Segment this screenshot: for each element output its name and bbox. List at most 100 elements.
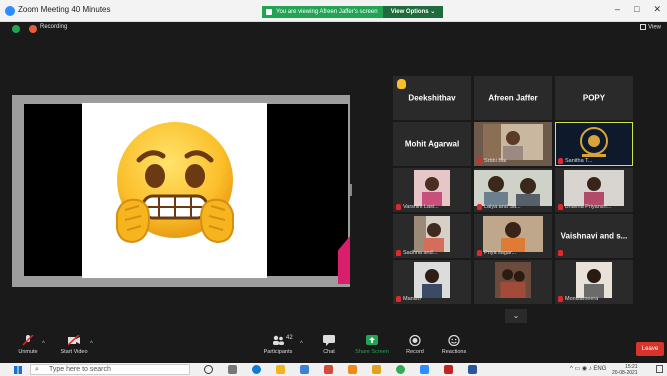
muted-mic-icon [477, 204, 482, 210]
muted-mic-icon [396, 296, 401, 302]
window-title: Zoom Meeting 40 Minutes [18, 5, 111, 14]
share-screen-button[interactable]: Share Screen [348, 335, 396, 355]
participant-tile-vaishnavi[interactable]: Vaishnavi and s... [555, 214, 633, 258]
participant-tile-video[interactable]: Srbbi Bai [474, 122, 552, 166]
taskbar-search-input[interactable]: ⌕ Type here to search [30, 364, 190, 375]
edge-browser-icon[interactable] [252, 365, 261, 374]
minimize-button[interactable]: – [615, 4, 620, 15]
participant-label: Varshini Lasi... [403, 204, 439, 210]
participant-name: Deekshithav [408, 93, 456, 103]
participant-label: Manish [403, 296, 421, 302]
zoom-window: Zoom Meeting 40 Minutes You are viewing … [0, 0, 667, 376]
view-options-button[interactable]: View Options ⌄ [383, 6, 443, 18]
participant-video-feed [414, 216, 450, 252]
participant-video-feed [576, 262, 612, 298]
muted-mic-icon [558, 204, 563, 210]
participant-tile-deekshithav[interactable]: Deekshithav [393, 76, 471, 120]
grimacing-emoji-icon [116, 122, 234, 244]
task-view-icon[interactable] [228, 365, 237, 374]
window-controls: – □ ✕ [615, 4, 661, 15]
participants-button[interactable]: Participants [254, 335, 302, 355]
participant-logo-emblem [580, 127, 608, 157]
vlc-icon[interactable] [348, 365, 357, 374]
zoom-logo-icon [5, 6, 15, 16]
participant-video-feed [483, 124, 543, 160]
app-icon[interactable] [372, 365, 381, 374]
chat-icon [323, 335, 335, 346]
file-explorer-icon[interactable] [276, 365, 285, 374]
muted-mic-icon [22, 335, 34, 346]
maximize-button[interactable]: □ [634, 4, 639, 15]
participants-options-caret[interactable]: ^ [300, 341, 303, 347]
pdf-icon[interactable] [444, 365, 453, 374]
participant-tile-manish[interactable]: Manish [393, 260, 471, 304]
muted-mic-icon [477, 250, 482, 256]
participant-tile-popy[interactable]: POPY [555, 76, 633, 120]
windows-taskbar: ⌕ Type here to search ^ ▭ ◉ ♪ ENG 15:21 … [0, 363, 667, 376]
participant-label: Laiya and Sa... [484, 204, 521, 210]
participant-tile-afreen-jaffer[interactable]: Afreen Jaffer [474, 76, 552, 120]
muted-mic-icon [558, 250, 563, 256]
muted-mic-icon [396, 250, 401, 256]
participant-tile-monisameera[interactable]: Monisameera [555, 260, 633, 304]
participant-tile-bhavna[interactable]: Bhavna Priyansh... [555, 168, 633, 212]
title-bar: Zoom Meeting 40 Minutes You are viewing … [0, 0, 667, 22]
screen-share-icon [266, 9, 272, 15]
muted-mic-icon [477, 158, 482, 164]
word-icon[interactable] [468, 365, 477, 374]
participant-label: Sadhna and... [403, 250, 438, 256]
participant-name: POPY [582, 93, 606, 103]
audio-options-caret[interactable]: ^ [42, 341, 45, 347]
store-icon[interactable] [300, 365, 309, 374]
cortana-icon[interactable] [204, 365, 213, 374]
leave-meeting-button[interactable]: Leave [636, 342, 664, 356]
app-icon[interactable] [324, 365, 333, 374]
participant-name: Afreen Jaffer [488, 93, 538, 103]
participants-icon [273, 335, 284, 345]
participant-video-feed [414, 170, 450, 206]
clock[interactable]: 15:21 20-08-2021 [612, 364, 638, 376]
grid-view-icon [640, 24, 647, 30]
meeting-status-strip: Recording View [0, 22, 667, 36]
recording-label: Recording [40, 24, 68, 30]
participant-tile-sadhna[interactable]: Sadhna and... [393, 214, 471, 258]
split-divider-handle[interactable] [350, 184, 352, 196]
record-icon [409, 335, 421, 346]
video-options-caret[interactable]: ^ [90, 341, 93, 347]
windows-start-icon[interactable] [14, 366, 22, 374]
chat-button[interactable]: Chat [305, 335, 353, 355]
notifications-icon[interactable] [656, 365, 663, 373]
search-placeholder: Type here to search [49, 366, 111, 373]
security-shield-icon[interactable] [12, 25, 20, 33]
participant-video-feed [495, 262, 531, 298]
zoom-app-icon[interactable] [420, 365, 429, 374]
recording-icon [29, 25, 37, 33]
participant-tile-varshini[interactable]: Varshini Lasi... [393, 168, 471, 212]
participant-video-feed [564, 170, 624, 206]
close-button[interactable]: ✕ [653, 4, 661, 15]
participant-label: Bhavna Priyansh... [565, 204, 612, 210]
participant-tile-sanitha[interactable]: Sanitha T... [555, 122, 633, 166]
more-participants-button[interactable]: ⌄ [505, 309, 527, 323]
viewing-banner-text: You are viewing Afreen Jaffer's screen [276, 9, 378, 15]
raised-hand-icon [397, 79, 406, 89]
participant-label: Monisameera [565, 296, 599, 302]
view-button[interactable]: View [640, 24, 661, 31]
meeting-toolbar: Unmute ^ Start Video ^ Participants 42 ^… [0, 333, 667, 363]
reactions-icon [448, 335, 460, 346]
participant-name: Vaishnavi and s... [560, 231, 628, 241]
reactions-button[interactable]: Reactions [430, 335, 478, 355]
system-tray-icons[interactable]: ^ ▭ ◉ ♪ ENG [570, 365, 606, 372]
search-icon: ⌕ [35, 366, 39, 373]
participant-label: Srbbi Bai [484, 158, 507, 164]
participant-tile-laiya[interactable]: Laiya and Sa... [474, 168, 552, 212]
participants-count: 42 [286, 335, 293, 341]
muted-mic-icon [558, 158, 563, 164]
video-off-icon [68, 335, 80, 346]
participant-tile-mohit-agarwal[interactable]: Mohit Agarwal [393, 122, 471, 166]
participant-tile-priya[interactable]: Priya sagar... [474, 214, 552, 258]
participant-video-feed [483, 216, 543, 252]
chrome-icon[interactable] [396, 365, 405, 374]
participant-tile-video-group[interactable] [474, 260, 552, 304]
muted-mic-icon [396, 204, 401, 210]
